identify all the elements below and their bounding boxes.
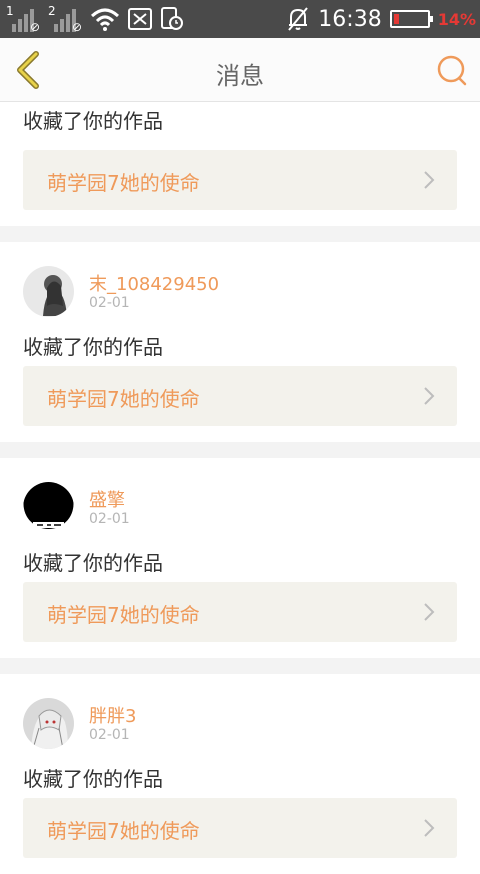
message-date: 02-01 (89, 295, 130, 311)
avatar[interactable] (23, 482, 74, 533)
action-text: 收藏了你的作品 (23, 335, 163, 359)
work-link[interactable]: 萌学园7她的使命 (23, 366, 457, 426)
sim2-signal-icon: 2 ⊘ (48, 4, 82, 34)
username[interactable]: 末_108429450 (89, 270, 219, 296)
chevron-right-icon (424, 819, 435, 837)
bell-off-icon (288, 7, 309, 31)
app-header: 消息 (0, 38, 480, 102)
message-date: 02-01 (89, 727, 130, 743)
clock: 16:38 (318, 6, 382, 32)
message-card: 收藏了你的作品 萌学园7她的使命 (0, 102, 480, 226)
work-link[interactable]: 萌学园7她的使命 (23, 150, 457, 210)
wifi-icon (90, 8, 120, 31)
work-link[interactable]: 萌学园7她的使命 (23, 798, 457, 858)
avatar[interactable] (23, 698, 74, 749)
work-title: 萌学园7她的使命 (47, 171, 200, 195)
message-card: 盛擎 02-01 收藏了你的作品 萌学园7她的使命 (0, 458, 480, 658)
page-title: 消息 (216, 62, 264, 90)
chevron-right-icon (424, 171, 435, 189)
work-title: 萌学园7她的使命 (47, 819, 200, 843)
action-text: 收藏了你的作品 (23, 551, 163, 575)
work-title: 萌学园7她的使命 (47, 387, 200, 411)
work-title: 萌学园7她的使命 (47, 603, 200, 627)
screenshot-icon (128, 8, 152, 30)
search-icon[interactable] (436, 54, 468, 86)
message-card: 末_108429450 02-01 收藏了你的作品 萌学园7她的使命 (0, 242, 480, 442)
chevron-right-icon (424, 603, 435, 621)
sim-timer-icon (161, 7, 183, 30)
username[interactable]: 盛擎 (89, 486, 125, 512)
message-date: 02-01 (89, 511, 130, 527)
status-bar: 1 ⊘ 2 ⊘ 16:38 14% (0, 0, 480, 38)
battery-percent: 14% (437, 9, 476, 29)
battery-icon (389, 10, 433, 28)
sim1-signal-icon: 1 ⊘ (6, 4, 40, 34)
action-text: 收藏了你的作品 (23, 767, 163, 791)
username[interactable]: 胖胖3 (89, 702, 136, 728)
work-link[interactable]: 萌学园7她的使命 (23, 582, 457, 642)
action-text: 收藏了你的作品 (23, 109, 163, 133)
message-list[interactable]: 收藏了你的作品 萌学园7她的使命 末_108429450 02-01 收藏了你的… (0, 102, 480, 874)
chevron-right-icon (424, 387, 435, 405)
message-card: 胖胖3 02-01 收藏了你的作品 萌学园7她的使命 (0, 674, 480, 874)
avatar[interactable] (23, 266, 74, 317)
